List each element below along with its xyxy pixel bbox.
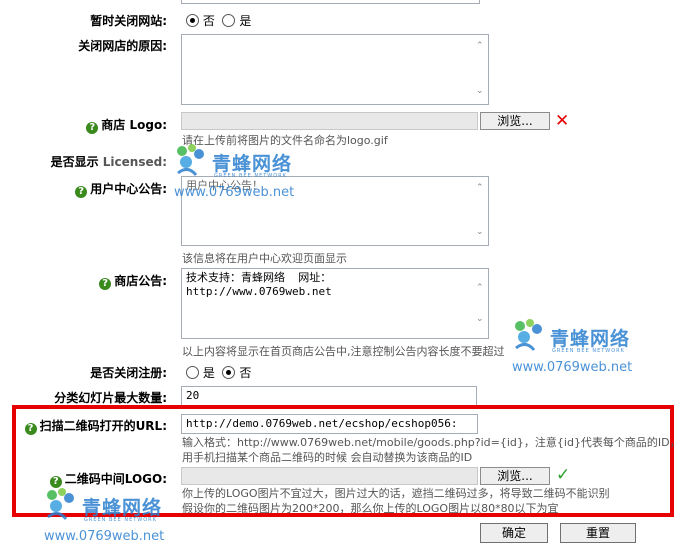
watermark-brand: 青蜂网络 <box>212 153 293 175</box>
help-icon[interactable]: ? <box>24 423 37 435</box>
shop-logo-label: ? 商店 Logo: <box>86 116 167 134</box>
watermark-sub: GREEN BEE NETWORK <box>84 517 157 523</box>
watermark-sub: GREEN BEE NETWORK <box>214 173 287 179</box>
qr-logo-note-1: 你上传的LOGO图片不宜过大，图片过大的话，遮挡二维码过多，将导致二维码不能识别 <box>182 487 610 500</box>
close-shop-no-radio[interactable] <box>186 14 199 27</box>
qr-logo-browse-button[interactable]: 浏览... <box>480 467 550 485</box>
slide-max-label: 分类幻灯片最大数量: <box>54 391 167 405</box>
check-icon: ✓ <box>556 465 571 485</box>
qr-logo-note-2: 假设你的二维码图片为200*200，那么你上传的LOGO图片以80*80以下为宜 <box>182 502 559 515</box>
shop-logo-browse-button[interactable]: 浏览... <box>480 112 550 130</box>
help-icon[interactable]: ? <box>86 122 99 134</box>
shop-notice-note: 以上内容将显示在首页商店公告中,注意控制公告内容长度不要超过 <box>182 345 505 358</box>
close-register-yes-label: 是 <box>202 366 215 380</box>
help-icon[interactable]: ? <box>99 278 112 290</box>
close-shop-yes-radio[interactable] <box>222 14 236 27</box>
shop-logo-file-input[interactable]: 浏览... <box>181 112 550 130</box>
close-reason-scrollbar[interactable]: ⌃ ⌄ <box>473 35 488 104</box>
reset-button[interactable]: 重置 <box>560 523 636 543</box>
watermark-brand: 青蜂网络 <box>82 497 163 519</box>
shop-logo-file-field[interactable] <box>181 112 478 130</box>
close-register-radios: 是 否 <box>186 364 251 381</box>
close-register-label: 是否关闭注册: <box>90 366 167 380</box>
watermark-logo-icon <box>177 144 204 176</box>
close-shop-label: 暂时关闭网站: <box>90 14 167 28</box>
qr-url-input[interactable]: http://demo.0769web.net/ecshop/ecshop056… <box>181 414 478 434</box>
close-register-yes-radio[interactable] <box>186 366 199 379</box>
shop-notice-label: ? 商店公告: <box>99 272 167 290</box>
qr-logo-file-field[interactable] <box>181 467 478 485</box>
watermark-url: www.0769web.net <box>512 360 633 375</box>
watermark-brand: 青蜂网络 <box>550 328 631 350</box>
qr-logo-label: ? 二维码中间LOGO: <box>49 470 167 488</box>
close-register-no-radio[interactable] <box>222 366 236 379</box>
previous-field-edge <box>181 0 480 4</box>
qr-url-label: ? 扫描二维码打开的URL: <box>24 417 167 435</box>
watermark-logo-icon <box>515 319 542 351</box>
help-icon[interactable]: ? <box>75 186 88 198</box>
user-center-note: 该信息将在用户中心欢迎页面显示 <box>182 252 347 265</box>
watermark-sub: GREEN BEE NETWORK <box>552 348 625 354</box>
user-center-scrollbar[interactable]: ⌃ ⌄ <box>473 177 488 245</box>
slide-max-input[interactable]: 20 <box>181 386 477 406</box>
qr-url-note-1: 输入格式：http://www.0769web.net/mobile/goods… <box>182 436 681 449</box>
close-register-no-label: 否 <box>239 366 252 380</box>
close-shop-yes-label: 是 <box>239 14 252 28</box>
watermark-url: www.0769web.net <box>44 529 165 544</box>
licensed-label: 是否显示 Licensed: <box>50 155 167 169</box>
close-reason-textarea[interactable]: ⌃ ⌄ <box>181 34 489 105</box>
close-shop-radios: 否 是 <box>186 12 251 29</box>
shop-notice-text: 技术支持：青蜂网络 网址： http://www.0769web.net <box>186 271 332 298</box>
user-center-label: ? 用户中心公告: <box>75 180 167 198</box>
qr-url-note-2: 用手机扫描某个商品二维码的时候 会自动替换为该商品的ID <box>182 451 473 464</box>
close-shop-no-label: 否 <box>202 14 215 28</box>
watermark-logo-icon <box>47 488 74 520</box>
submit-button[interactable]: 确定 <box>480 523 548 543</box>
watermark-url: www.0769web.net <box>174 185 295 200</box>
qr-logo-file-input[interactable]: 浏览... <box>181 467 550 485</box>
close-icon[interactable]: ✕ <box>555 111 569 131</box>
shop-notice-scrollbar[interactable]: ⌃ ⌄ <box>473 269 488 338</box>
shop-logo-note: 请在上传前将图片的文件名命名为logo.gif <box>182 134 388 147</box>
close-reason-label: 关闭网店的原因: <box>78 39 167 53</box>
shop-notice-textarea[interactable]: 技术支持：青蜂网络 网址： http://www.0769web.net ⌃ ⌄ <box>181 268 489 339</box>
